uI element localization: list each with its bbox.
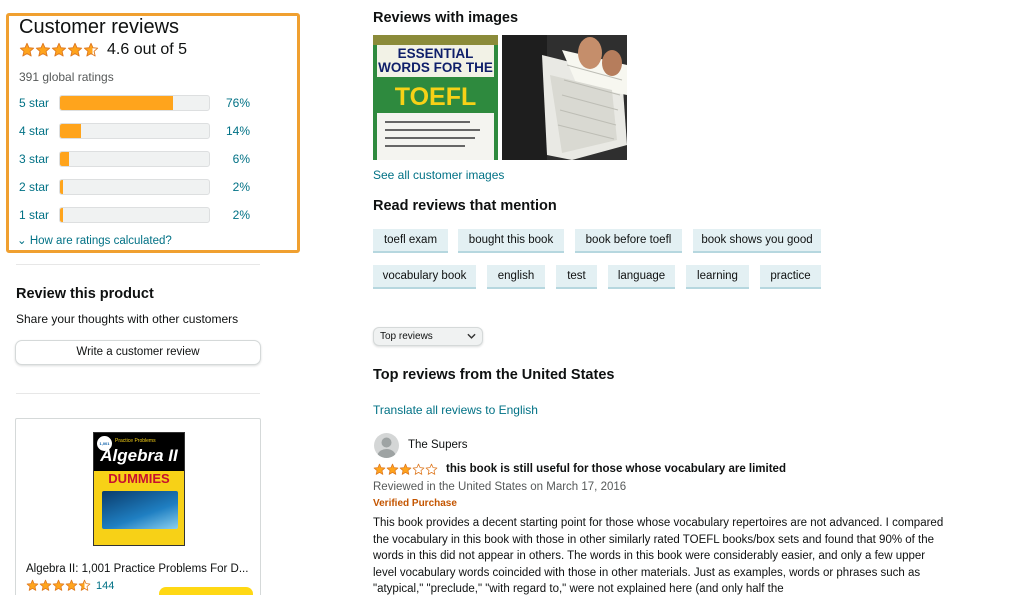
customer-reviews-title: Customer reviews bbox=[19, 16, 180, 38]
review-image-1-text: ESSENTIAL WORDS FOR THE bbox=[377, 45, 494, 77]
star-icon bbox=[67, 42, 83, 57]
book-pages-photo bbox=[502, 35, 627, 160]
sponsored-product-stars bbox=[26, 579, 91, 592]
review-image-2[interactable] bbox=[502, 35, 627, 160]
mention-chip[interactable]: vocabulary book bbox=[373, 265, 476, 289]
histogram-bar bbox=[59, 151, 210, 167]
mention-chip[interactable]: book shows you good bbox=[693, 229, 821, 253]
histogram-bar-fill bbox=[60, 152, 69, 166]
histogram-percent: 2% bbox=[232, 208, 250, 222]
histogram-bar-fill bbox=[60, 96, 174, 110]
review-title[interactable]: this book is still useful for those whos… bbox=[446, 463, 786, 475]
histogram-row[interactable]: 5 star 76% bbox=[19, 95, 250, 111]
review-product-subtitle: Share your thoughts with other customers bbox=[16, 312, 239, 326]
review-product-title: Review this product bbox=[16, 286, 154, 302]
histogram-star-label: 3 star bbox=[19, 152, 50, 166]
histogram-star-label: 1 star bbox=[19, 208, 50, 222]
histogram-percent: 6% bbox=[232, 152, 250, 166]
ratings-summary-box: Customer reviews 4.6 out of 5 391 global… bbox=[6, 13, 300, 253]
sponsored-product-card[interactable]: 1,001 Practice Problems Algebra II DUMMI… bbox=[15, 418, 261, 595]
chevron-down-icon: ⌄ bbox=[17, 235, 27, 247]
reviewer-avatar[interactable] bbox=[374, 433, 399, 458]
histogram-star-label: 4 star bbox=[19, 124, 50, 138]
star-icon bbox=[52, 579, 65, 591]
mention-chip[interactable]: learning bbox=[686, 265, 749, 289]
histogram-bar bbox=[59, 95, 210, 111]
mention-chip[interactable]: practice bbox=[760, 265, 821, 289]
divider bbox=[16, 393, 260, 394]
sponsored-product-rating[interactable]: 144 bbox=[26, 579, 114, 592]
mention-chip[interactable]: bought this book bbox=[458, 229, 564, 253]
star-icon bbox=[83, 42, 99, 57]
global-ratings-count: 391 global ratings bbox=[19, 70, 114, 84]
histogram-row[interactable]: 1 star 2% bbox=[19, 207, 250, 223]
top-reviews-title: Top reviews from the United States bbox=[373, 367, 615, 383]
sponsored-product-rating-count: 144 bbox=[96, 579, 115, 592]
review-image-1[interactable]: ESSENTIAL WORDS FOR THE TOEFL bbox=[373, 35, 498, 160]
cover-title: Algebra II bbox=[100, 446, 178, 465]
star-icon bbox=[65, 579, 78, 591]
chevron-down-icon bbox=[467, 333, 476, 339]
histogram-row[interactable]: 2 star 2% bbox=[19, 179, 250, 195]
star-icon bbox=[373, 463, 386, 475]
sort-selected-value: Top reviews bbox=[380, 331, 433, 342]
mention-chip[interactable]: book before toefl bbox=[575, 229, 682, 253]
star-icon bbox=[39, 579, 52, 591]
star-icon bbox=[412, 463, 425, 475]
review-date: Reviewed in the United States on March 1… bbox=[373, 481, 627, 493]
histogram-bar-fill bbox=[60, 208, 63, 222]
write-review-button[interactable]: Write a customer review bbox=[15, 340, 261, 365]
star-icon bbox=[399, 463, 412, 475]
star-icon bbox=[386, 463, 399, 475]
mention-chip[interactable]: test bbox=[556, 265, 597, 289]
sponsored-product-title[interactable]: Algebra II: 1,001 Practice Problems For … bbox=[26, 563, 256, 575]
star-icon bbox=[19, 42, 35, 57]
star-icon bbox=[425, 463, 438, 475]
how-ratings-calculated-label: How are ratings calculated? bbox=[29, 235, 172, 247]
star-icon bbox=[78, 579, 91, 591]
read-reviews-mention-title: Read reviews that mention bbox=[373, 198, 557, 214]
book-cover-image[interactable]: 1,001 Practice Problems Algebra II DUMMI… bbox=[93, 432, 185, 546]
star-icon bbox=[35, 42, 51, 57]
reviewer-name[interactable]: The Supers bbox=[408, 439, 467, 451]
reviews-with-images-title: Reviews with images bbox=[373, 10, 519, 26]
histogram-star-label: 5 star bbox=[19, 96, 50, 110]
review-stars[interactable] bbox=[373, 463, 438, 476]
histogram-percent: 2% bbox=[232, 180, 250, 194]
add-to-cart-button[interactable] bbox=[159, 587, 253, 595]
mention-chip[interactable]: toefl exam bbox=[373, 229, 448, 253]
user-icon bbox=[377, 437, 396, 458]
overall-rating[interactable]: 4.6 out of 5 bbox=[19, 41, 187, 59]
sort-reviews-select[interactable]: Top reviews bbox=[373, 327, 483, 346]
histogram-bar bbox=[59, 207, 210, 223]
histogram-percent: 76% bbox=[225, 96, 250, 110]
verified-purchase-badge: Verified Purchase bbox=[373, 498, 457, 509]
histogram-bar bbox=[59, 179, 210, 195]
cover-series: Practice Problems bbox=[115, 438, 156, 444]
mention-chip[interactable]: english bbox=[487, 265, 545, 289]
overall-stars bbox=[19, 42, 99, 58]
divider bbox=[16, 264, 260, 265]
histogram-bar-fill bbox=[60, 124, 81, 138]
overall-rating-text: 4.6 out of 5 bbox=[107, 41, 188, 58]
review-image-1-brand: TOEFL bbox=[377, 83, 494, 112]
how-ratings-calculated-link[interactable]: ⌄ How are ratings calculated? bbox=[17, 233, 172, 247]
translate-reviews-link[interactable]: Translate all reviews to English bbox=[373, 403, 538, 417]
review-body: This book provides a decent starting poi… bbox=[373, 517, 944, 595]
histogram-percent: 14% bbox=[225, 124, 250, 138]
histogram-star-label: 2 star bbox=[19, 180, 50, 194]
histogram-row[interactable]: 4 star 14% bbox=[19, 123, 250, 139]
star-icon bbox=[26, 579, 39, 591]
histogram-row[interactable]: 3 star 6% bbox=[19, 151, 250, 167]
mention-chip[interactable]: language bbox=[608, 265, 675, 289]
histogram-bar bbox=[59, 123, 210, 139]
see-all-customer-images-link[interactable]: See all customer images bbox=[373, 168, 504, 182]
histogram-bar-fill bbox=[60, 180, 63, 194]
cover-brand: DUMMIES bbox=[94, 471, 184, 486]
star-icon bbox=[51, 42, 67, 57]
